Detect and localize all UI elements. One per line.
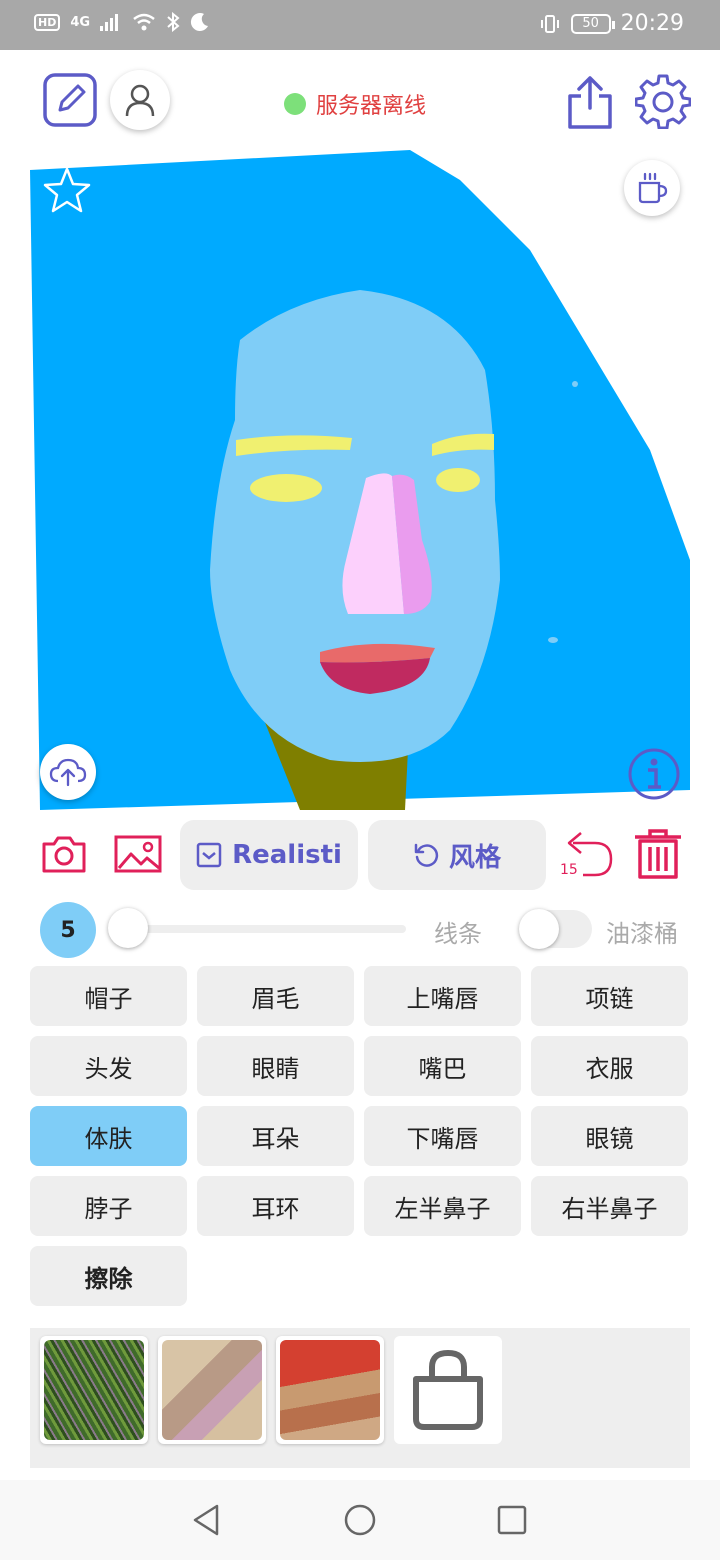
model-select-label: Realisti xyxy=(232,840,342,870)
signal-icon xyxy=(100,14,119,31)
bucket-toggle-thumb[interactable] xyxy=(519,909,559,949)
cloud-upload-icon xyxy=(49,758,87,787)
bucket-mode-label: 油漆桶 xyxy=(606,920,678,948)
label-left-nose[interactable]: 左半鼻子 xyxy=(364,1176,521,1236)
server-status-text: 服务器离线 xyxy=(316,94,427,119)
label-erase[interactable]: 擦除 xyxy=(30,1246,187,1306)
segment-label-grid: 帽子 眉毛 上嘴唇 项链 头发 眼睛 嘴巴 衣服 体肤 耳朵 下嘴唇 眼镜 脖子… xyxy=(30,966,690,1306)
style-shop-button[interactable] xyxy=(394,1336,502,1444)
style-thumbnail[interactable] xyxy=(276,1336,384,1444)
account-button[interactable] xyxy=(110,70,170,130)
server-status: 服务器离线 xyxy=(284,88,426,120)
label-hat[interactable]: 帽子 xyxy=(30,966,187,1026)
label-right-nose[interactable]: 右半鼻子 xyxy=(531,1176,688,1236)
hair-speck-1 xyxy=(572,381,578,387)
recents-square-icon xyxy=(497,1505,527,1535)
label-clothes[interactable]: 衣服 xyxy=(531,1036,688,1096)
label-earrings[interactable]: 耳环 xyxy=(197,1176,354,1236)
style-gallery xyxy=(30,1328,690,1468)
gallery-button[interactable] xyxy=(112,830,164,878)
label-eyebrows[interactable]: 眉毛 xyxy=(197,966,354,1026)
clock: 20:29 xyxy=(620,11,684,36)
brush-size-slider-thumb[interactable] xyxy=(108,908,148,948)
hair-speck-2 xyxy=(548,637,558,643)
image-icon xyxy=(114,835,162,873)
camera-icon xyxy=(42,836,86,873)
settings-button[interactable] xyxy=(634,72,692,130)
style-thumbnail[interactable] xyxy=(40,1336,148,1444)
checkbox-icon xyxy=(196,842,222,868)
shopping-bag-icon xyxy=(413,1349,483,1430)
refresh-icon xyxy=(414,843,439,867)
brush-size-indicator: 5 xyxy=(40,902,96,958)
line-mode-label: 线条 xyxy=(434,920,482,948)
star-icon xyxy=(43,167,91,213)
drawing-canvas[interactable] xyxy=(30,150,690,810)
upload-button[interactable] xyxy=(40,744,96,800)
draw-mode-button[interactable] xyxy=(40,70,100,130)
share-button[interactable] xyxy=(562,72,618,132)
label-glasses[interactable]: 眼镜 xyxy=(531,1106,688,1166)
style-swatch-green xyxy=(44,1340,144,1440)
style-swatch-beige xyxy=(162,1340,262,1440)
label-ears[interactable]: 耳朵 xyxy=(197,1106,354,1166)
nav-recents-button[interactable] xyxy=(492,1500,532,1540)
user-icon xyxy=(125,84,155,117)
camera-button[interactable] xyxy=(40,830,88,878)
coffee-cup-icon xyxy=(638,172,668,204)
bluetooth-icon xyxy=(167,12,180,32)
label-mouth[interactable]: 嘴巴 xyxy=(364,1036,521,1096)
label-hair[interactable]: 头发 xyxy=(30,1036,187,1096)
label-neck[interactable]: 脖子 xyxy=(30,1176,187,1236)
segmentation-drawing[interactable] xyxy=(30,150,690,810)
share-icon xyxy=(568,76,612,129)
eye-left xyxy=(250,474,322,502)
eye-right xyxy=(436,468,480,492)
favorite-button[interactable] xyxy=(40,164,94,218)
status-bar: HD 4G 50 20:29 xyxy=(0,0,720,50)
label-necklace[interactable]: 项链 xyxy=(531,966,688,1026)
info-button[interactable] xyxy=(626,746,682,802)
battery-indicator: 50 xyxy=(570,13,615,34)
moon-icon xyxy=(190,13,209,32)
brush-size-slider[interactable] xyxy=(110,925,406,933)
back-triangle-icon xyxy=(193,1504,219,1536)
style-button[interactable]: 风格 xyxy=(368,820,546,890)
server-status-dot xyxy=(284,93,306,115)
vibrate-icon xyxy=(540,14,559,33)
label-lower-lip[interactable]: 下嘴唇 xyxy=(364,1106,521,1166)
home-circle-icon xyxy=(344,1504,376,1536)
coffee-button[interactable] xyxy=(624,160,680,216)
status-left: HD 4G xyxy=(34,12,210,32)
network-type: 4G xyxy=(70,14,91,30)
label-upper-lip[interactable]: 上嘴唇 xyxy=(364,966,521,1026)
gear-icon xyxy=(635,74,691,129)
status-right: 50 20:29 xyxy=(539,11,684,36)
style-thumbnail[interactable] xyxy=(158,1336,266,1444)
info-icon xyxy=(628,748,680,800)
delete-button[interactable] xyxy=(630,826,686,882)
wifi-icon xyxy=(133,13,155,31)
style-swatch-red xyxy=(280,1340,380,1440)
undo-count: 15 xyxy=(560,862,578,878)
edit-pencil-icon xyxy=(43,73,97,127)
hd-indicator: HD xyxy=(34,13,61,31)
nav-home-button[interactable] xyxy=(340,1500,380,1540)
label-eyes[interactable]: 眼睛 xyxy=(197,1036,354,1096)
style-button-label: 风格 xyxy=(448,842,501,873)
system-nav-bar xyxy=(0,1480,720,1560)
label-skin[interactable]: 体肤 xyxy=(30,1106,187,1166)
model-select-button[interactable]: Realisti xyxy=(180,820,358,890)
trash-icon xyxy=(635,829,681,879)
nav-back-button[interactable] xyxy=(186,1500,226,1540)
